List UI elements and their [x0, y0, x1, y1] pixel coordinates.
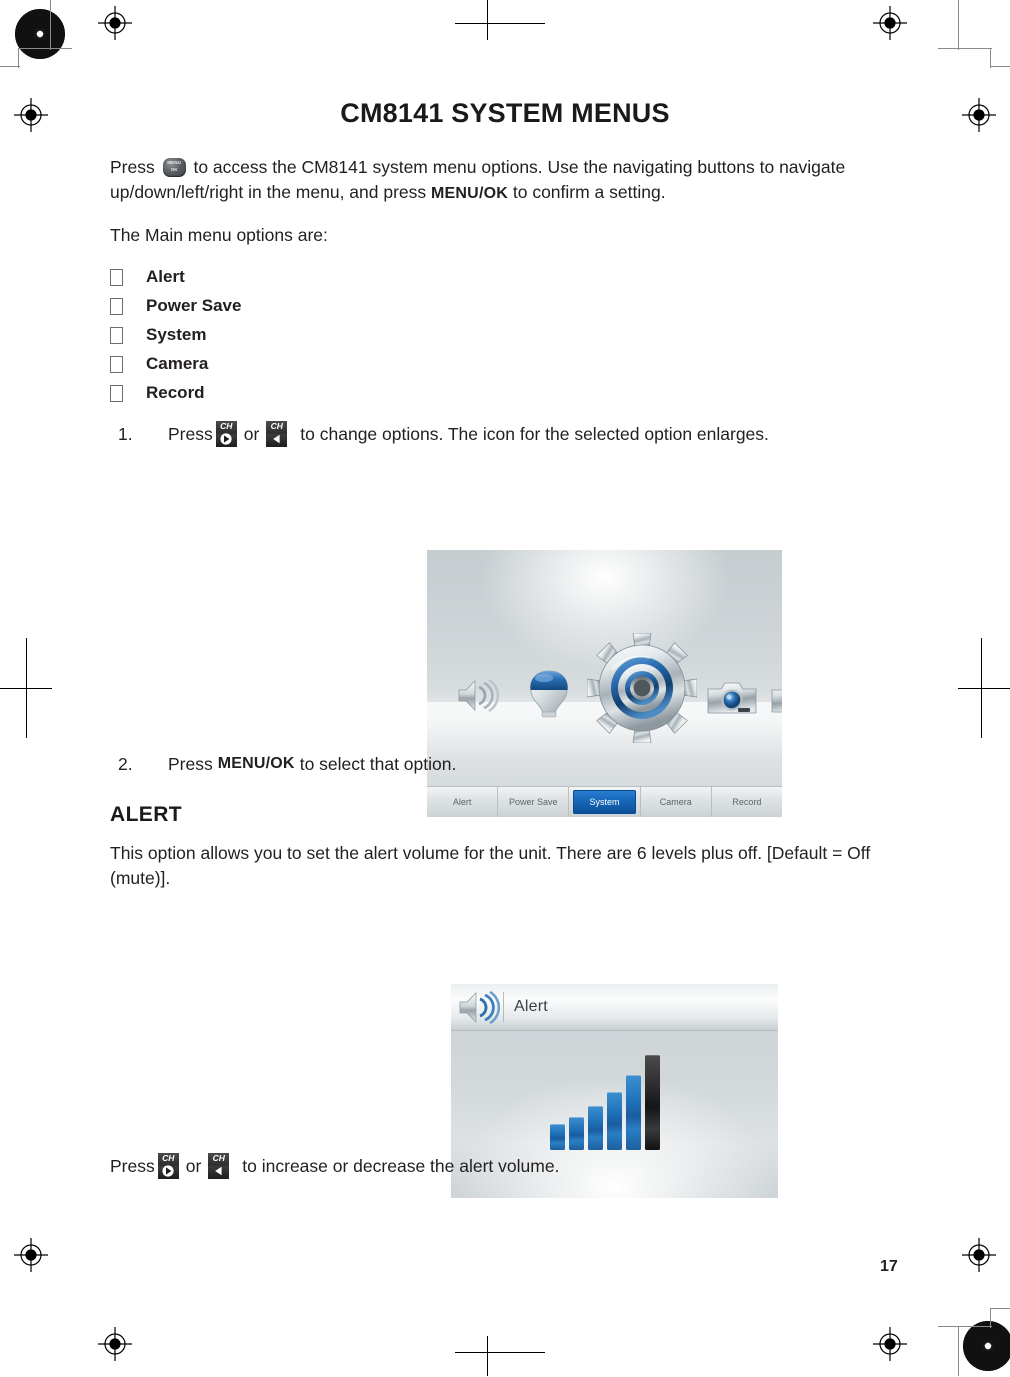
footer-text-before: Press [110, 1156, 155, 1176]
list-item: Alert [110, 262, 900, 291]
page-content: CM8141 SYSTEM MENUS Press to access the … [110, 98, 900, 1198]
menu-icon-row [427, 625, 782, 744]
crop-mark-top [455, 23, 545, 25]
speaker-icon [455, 987, 501, 1027]
arrow-right-icon [160, 1164, 177, 1177]
step-text-before: Press [168, 754, 213, 774]
step-1: 1. Press CH or CH to change options. The… [110, 421, 900, 447]
title-divider [503, 992, 504, 1022]
crop-mark-left [0, 688, 52, 690]
intro-paragraph: Press to access the CM8141 system menu o… [110, 155, 900, 206]
step-text-after: to select that option. [299, 754, 457, 774]
channel-up-button-icon: CH [157, 1153, 179, 1179]
ch-label: CH [270, 421, 283, 431]
bullet-box-icon [110, 356, 123, 373]
step-text-between: or [243, 424, 260, 444]
menu-bar-item-power-save[interactable]: Power Save [498, 787, 570, 817]
gear-icon[interactable] [586, 632, 698, 744]
volume-bar[interactable] [550, 1124, 565, 1150]
step-text-after: to change options. The icon for the sele… [300, 424, 769, 444]
page-title: CM8141 SYSTEM MENUS [340, 98, 670, 128]
step-number: 2. [118, 754, 133, 774]
menu-bar-label: Record [732, 797, 762, 807]
alert-screen-title: Alert [514, 998, 548, 1015]
crop-mark-bottom [487, 1336, 489, 1376]
alert-description: This option allows you to set the alert … [110, 843, 871, 888]
list-item: System [110, 320, 900, 349]
arrow-right-icon [218, 432, 235, 445]
document-page: CM8141 SYSTEM MENUS Press to access the … [0, 0, 1010, 1376]
menu-bar-label: Power Save [509, 797, 558, 807]
registration-target-icon [98, 6, 132, 40]
record-icon[interactable] [769, 681, 782, 717]
menu-bar-label: System [589, 797, 620, 807]
intro-text-tail: to confirm a setting. [508, 182, 666, 202]
ch-label: CH [162, 1153, 175, 1163]
footer-text-after: to increase or decrease the alert volume… [242, 1156, 560, 1176]
bullet-box-icon [110, 269, 123, 286]
arrow-left-icon [268, 432, 285, 445]
menu-bar-item-system[interactable]: System [569, 787, 641, 817]
menu-options-intro: The Main menu options are: [110, 225, 328, 245]
list-item: Record [110, 378, 900, 407]
bullet-box-icon [110, 327, 123, 344]
menu-bar-item-alert[interactable]: Alert [427, 787, 499, 817]
speaker-icon[interactable] [455, 677, 503, 713]
volume-bar[interactable] [626, 1075, 641, 1150]
menu-bar-item-record[interactable]: Record [712, 787, 782, 817]
list-item-label: Record [146, 383, 205, 402]
device-menu-bar: Alert Power Save System Camera Record [427, 786, 782, 817]
registration-target-icon [873, 6, 907, 40]
registration-target-icon [98, 1327, 132, 1361]
menu-ok-bold-label: MENU/OK [217, 755, 295, 772]
menu-ok-button-icon [162, 158, 186, 177]
registration-target-icon [962, 98, 996, 132]
channel-down-button-icon: CH [266, 421, 288, 447]
main-menu-options-list: Alert Power Save System Camera Record [110, 262, 900, 407]
volume-bar[interactable] [607, 1092, 622, 1150]
registration-target-icon [873, 1327, 907, 1361]
trim-bracket-bottom-right [938, 1308, 1010, 1376]
registration-target-icon [14, 1238, 48, 1272]
list-item-label: System [146, 325, 207, 344]
trim-bracket-top-right [938, 0, 1010, 68]
lightbulb-icon[interactable] [523, 665, 575, 723]
bullet-box-icon [110, 385, 123, 402]
footer-text-between: or [185, 1156, 202, 1176]
arrow-left-icon [210, 1164, 227, 1177]
list-item-label: Power Save [146, 296, 242, 315]
registration-target-icon [14, 98, 48, 132]
trim-bracket-top-left [0, 0, 72, 68]
crop-mark-right [958, 688, 1010, 690]
alert-screen-title-bar: Alert [451, 984, 778, 1031]
volume-bar[interactable] [588, 1106, 603, 1150]
registration-target-icon [962, 1238, 996, 1272]
alert-volume-instruction: Press CH or CH to increase or decrease t… [110, 1153, 900, 1179]
menu-bar-label: Alert [452, 797, 472, 807]
menu-bar-label: Camera [659, 797, 692, 807]
list-item: Power Save [110, 291, 900, 320]
step-number: 1. [118, 424, 133, 444]
list-item-label: Camera [146, 354, 209, 373]
ch-label: CH [220, 421, 233, 431]
volume-bar[interactable] [569, 1117, 584, 1150]
step-2: 2. Press MENU/OK to select that option. [110, 751, 900, 777]
list-item: Camera [110, 349, 900, 378]
list-item-label: Alert [146, 267, 185, 286]
volume-bar[interactable] [645, 1055, 660, 1150]
step-text-before: Press [168, 424, 213, 444]
camera-icon[interactable] [705, 677, 759, 719]
channel-up-button-icon: CH [215, 421, 237, 447]
bullet-box-icon [110, 298, 123, 315]
channel-down-button-icon: CH [208, 1153, 230, 1179]
crop-mark-top [487, 0, 489, 40]
alert-volume-level-bars [550, 1054, 670, 1150]
page-number: 17 [880, 1258, 898, 1275]
intro-text-before: Press [110, 157, 160, 177]
ch-label: CH [212, 1153, 225, 1163]
crop-mark-bottom [455, 1352, 545, 1354]
menu-ok-bold-label: MENU/OK [431, 185, 508, 202]
menu-bar-item-camera[interactable]: Camera [641, 787, 712, 817]
